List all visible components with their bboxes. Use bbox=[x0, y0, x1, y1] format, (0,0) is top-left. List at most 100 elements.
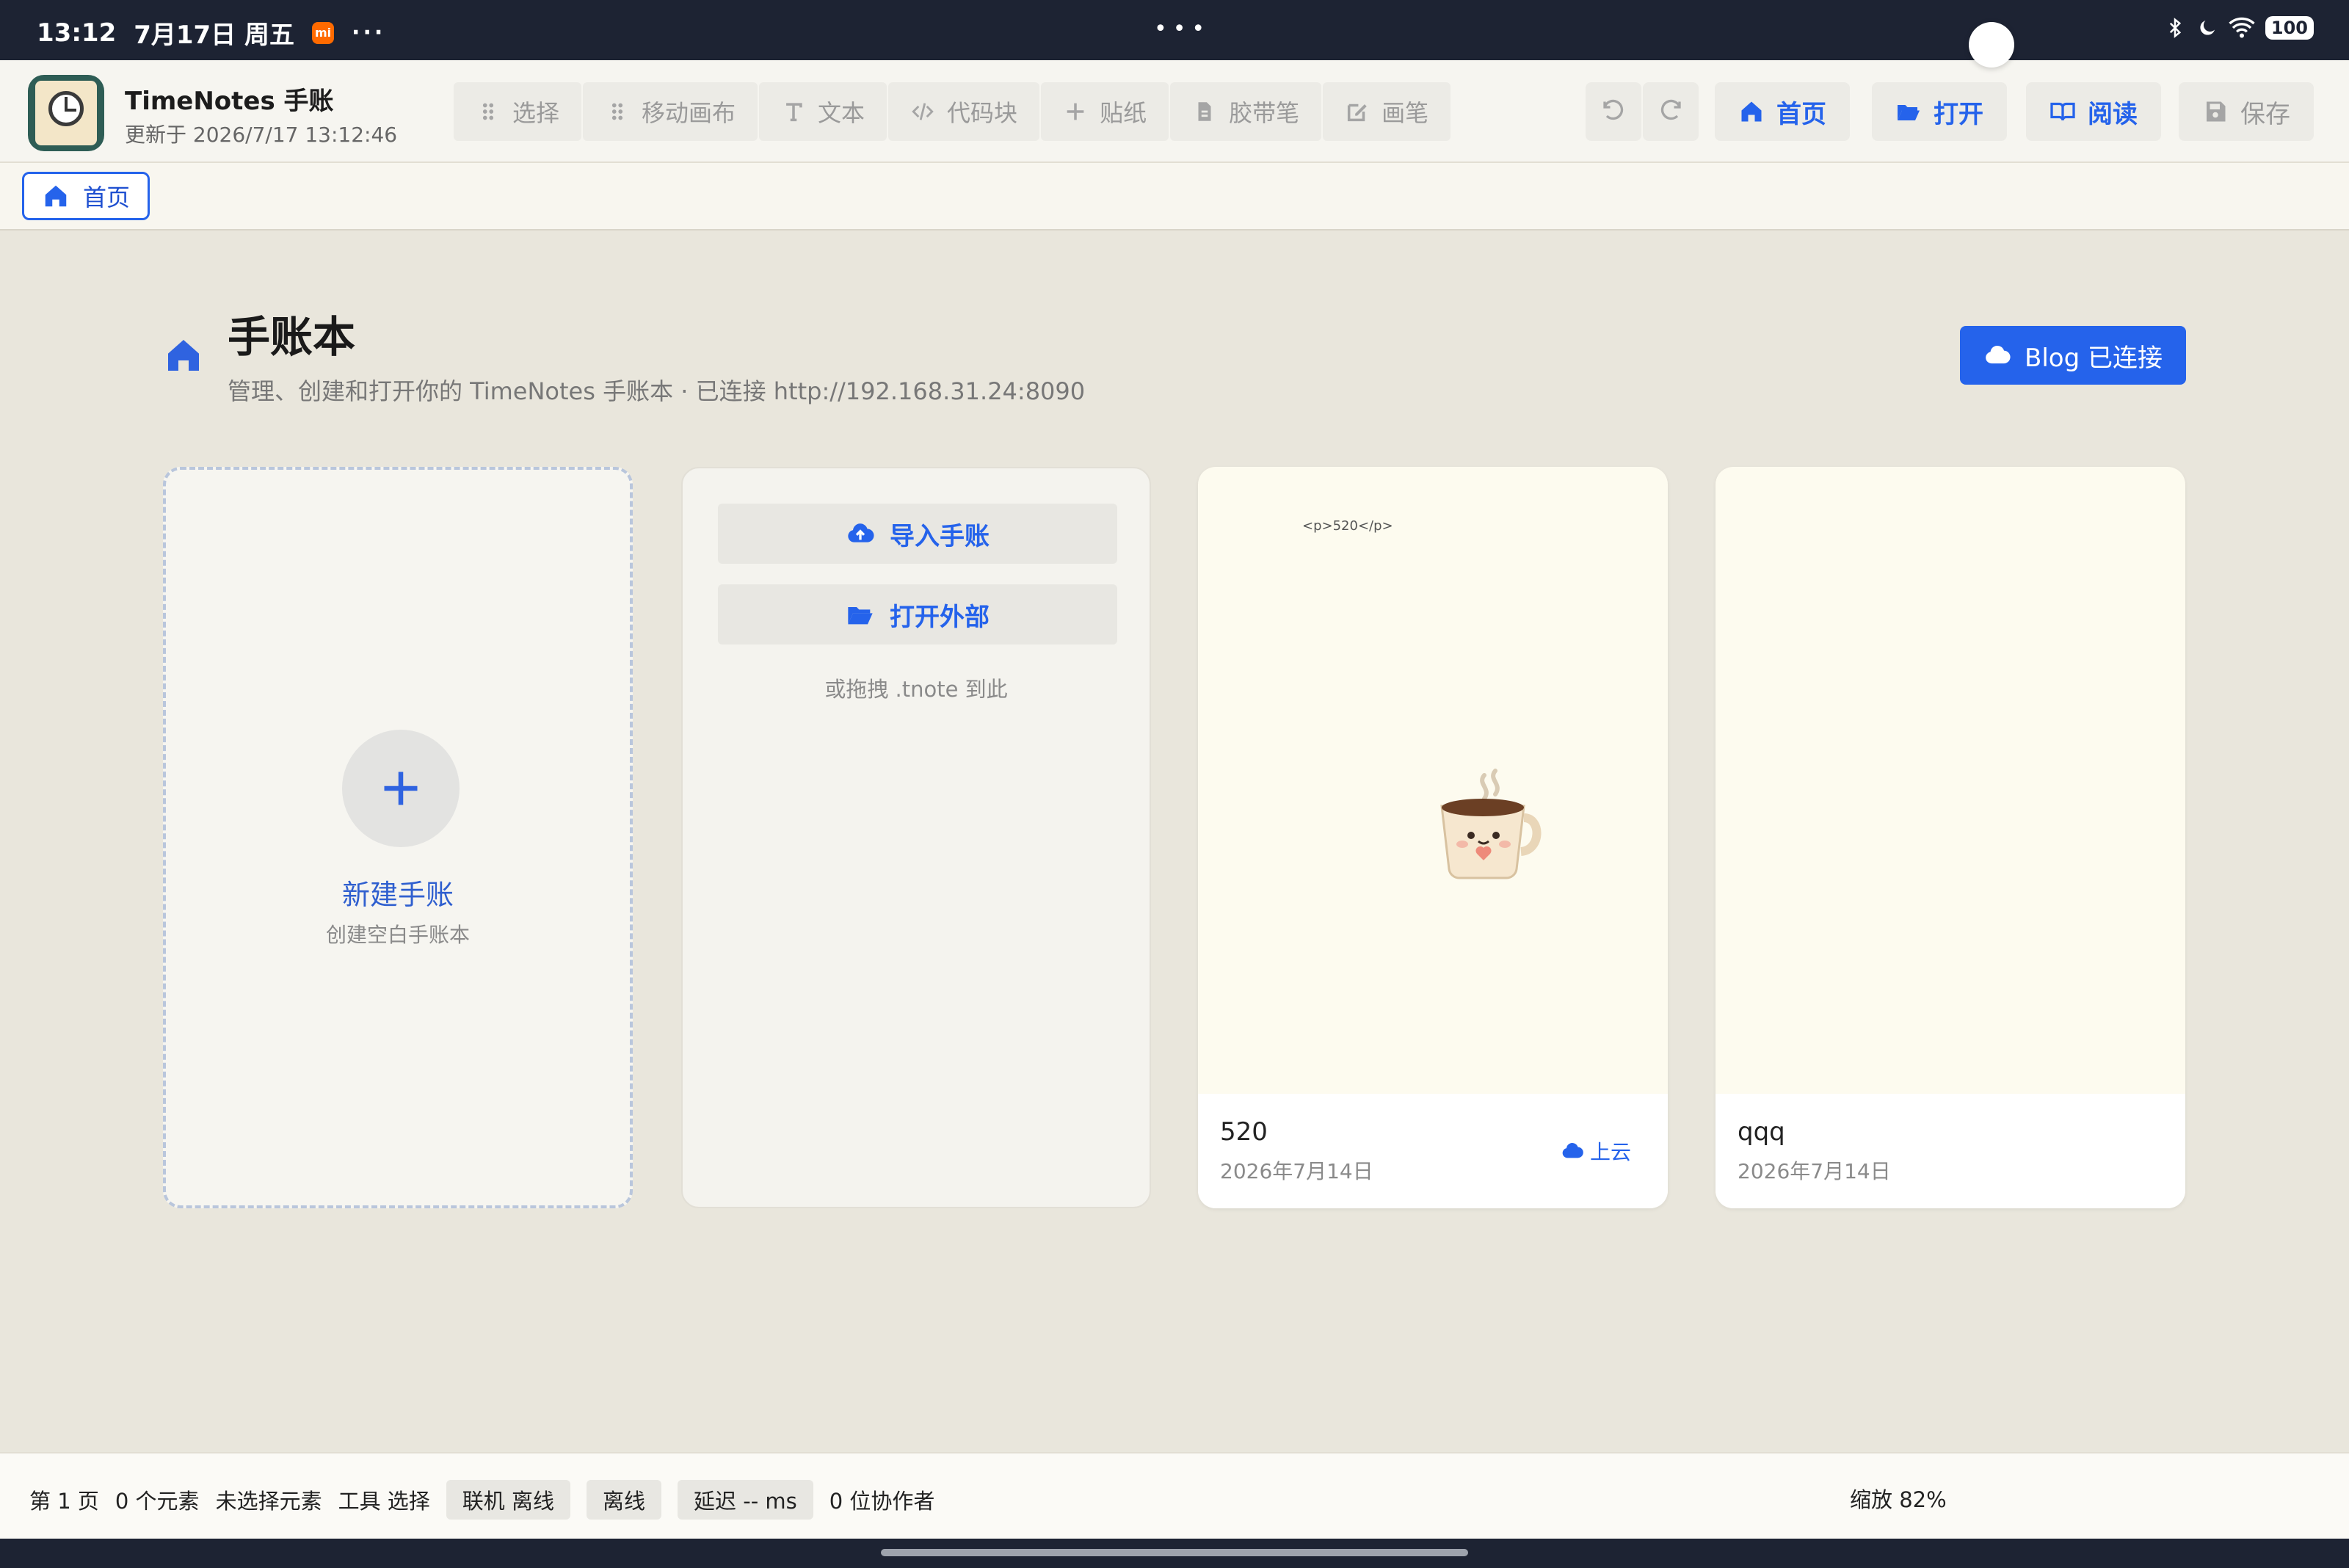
wifi-icon bbox=[2229, 17, 2255, 38]
selection-status: 未选择元素 bbox=[215, 1489, 322, 1514]
notebook-date: 2026年7月14日 bbox=[1738, 1159, 1891, 1183]
tab-home[interactable]: 首页 bbox=[22, 172, 150, 220]
zoom-level: 缩放 82% bbox=[1850, 1487, 1947, 1512]
plus-icon bbox=[384, 772, 418, 805]
home-icon bbox=[45, 185, 67, 207]
save-button-group: 保存 bbox=[2179, 82, 2314, 141]
tool-brush[interactable]: 画笔 bbox=[1323, 82, 1451, 141]
tool-label: 代码块 bbox=[947, 99, 1018, 127]
latency-chip: 延迟 -- ms bbox=[678, 1480, 813, 1520]
undo-button[interactable] bbox=[1586, 82, 1641, 141]
notebook-card-520[interactable]: <p>520</p> 520 2026年7月14日 上云 bbox=[1198, 467, 1668, 1208]
notebook-footer: qqq 2026年7月14日 bbox=[1716, 1094, 2185, 1208]
home-icon bbox=[1741, 101, 1762, 122]
new-notebook-card[interactable]: 新建手账 创建空白手账本 bbox=[163, 467, 633, 1208]
import-card: 导入手账 打开外部 或拖拽 .tnote 到此 bbox=[681, 467, 1151, 1208]
notebook-date: 2026年7月14日 bbox=[1220, 1159, 1373, 1183]
current-tool: 工具 选择 bbox=[338, 1489, 430, 1514]
save-icon bbox=[2207, 101, 2226, 122]
tool-label: 移动画布 bbox=[642, 99, 736, 127]
edit-icon bbox=[1347, 104, 1367, 122]
mi-icon: mi bbox=[312, 21, 335, 44]
history-group bbox=[1586, 82, 1699, 141]
cloud-label: 上云 bbox=[1589, 1140, 1631, 1164]
import-notebook-button[interactable]: 导入手账 bbox=[718, 504, 1117, 564]
tool-text[interactable]: 文本 bbox=[759, 82, 887, 141]
offline-chip: 离线 bbox=[587, 1480, 662, 1520]
undo-icon bbox=[1603, 99, 1624, 120]
open-button-group: 打开 bbox=[1872, 82, 2007, 141]
read-button[interactable]: 阅读 bbox=[2026, 82, 2161, 141]
page-subtitle: 管理、创建和打开你的 TimeNotes 手账本 · 已连接 http://19… bbox=[228, 377, 1086, 405]
document-icon bbox=[1198, 102, 1211, 121]
battery-icon: 100 bbox=[2265, 16, 2314, 40]
cloud-icon bbox=[1986, 345, 2011, 364]
app-title: TimeNotes 手账 bbox=[125, 87, 334, 116]
folder-open-icon bbox=[1898, 105, 1920, 120]
open-external-button[interactable]: 打开外部 bbox=[718, 584, 1117, 645]
notebook-name: qqq bbox=[1738, 1117, 1785, 1147]
open-button[interactable]: 打开 bbox=[1872, 82, 2007, 141]
book-icon bbox=[2050, 102, 2075, 121]
tool-label: 贴纸 bbox=[1100, 99, 1147, 127]
page-title: 手账本 bbox=[228, 312, 356, 362]
home-icon bbox=[168, 340, 199, 371]
tool-label: 文本 bbox=[818, 99, 865, 127]
read-button-label: 阅读 bbox=[2088, 99, 2138, 129]
moon-icon bbox=[2200, 21, 2215, 35]
home-button-group: 首页 bbox=[1715, 82, 1850, 141]
home-indicator[interactable] bbox=[881, 1549, 1468, 1556]
tool-sticker[interactable]: 贴纸 bbox=[1041, 82, 1169, 141]
blog-connected-button[interactable]: Blog 已连接 bbox=[1960, 326, 2186, 385]
tool-group: 选择 移动画布 文本 代码块 贴纸 胶带笔 画笔 bbox=[454, 82, 1451, 141]
coffee-cup-sticker bbox=[1440, 769, 1542, 879]
tool-move-canvas[interactable]: 移动画布 bbox=[583, 82, 758, 141]
app-header: TimeNotes 手账 更新于 2026/7/17 13:12:46 选择 移… bbox=[0, 60, 2349, 163]
tool-label: 选择 bbox=[512, 99, 560, 127]
drag-handle-icon bbox=[611, 103, 623, 120]
read-button-group: 阅读 bbox=[2026, 82, 2161, 141]
cloud-icon bbox=[1562, 1143, 1583, 1158]
folder-open-icon bbox=[848, 607, 873, 625]
tool-tape-pen[interactable]: 胶带笔 bbox=[1170, 82, 1322, 141]
bluetooth-icon bbox=[2169, 18, 2182, 38]
home-button[interactable]: 首页 bbox=[1715, 82, 1850, 141]
redo-button[interactable] bbox=[1643, 82, 1699, 141]
cloud-upload-icon bbox=[848, 523, 874, 542]
add-button[interactable] bbox=[342, 730, 460, 847]
save-button-label: 保存 bbox=[2240, 99, 2290, 129]
status-more: ··· bbox=[352, 20, 386, 46]
app-updated-time: 更新于 2026/7/17 13:12:46 bbox=[125, 123, 398, 147]
zoom-slider-knob[interactable] bbox=[1969, 22, 2014, 68]
upload-cloud-button[interactable]: 上云 bbox=[1561, 1136, 1631, 1166]
new-notebook-sub: 创建空白手账本 bbox=[325, 923, 470, 947]
app-logo bbox=[28, 75, 104, 151]
collaborator-count: 0 位协作者 bbox=[829, 1489, 935, 1514]
open-button-label: 打开 bbox=[1934, 99, 1983, 129]
drop-hint: 或拖拽 .tnote 到此 bbox=[824, 677, 1008, 702]
tool-label: 画笔 bbox=[1382, 99, 1429, 127]
tool-code-block[interactable]: 代码块 bbox=[888, 82, 1040, 141]
notebook-card-qqq[interactable]: qqq 2026年7月14日 bbox=[1716, 467, 2185, 1208]
text-icon bbox=[786, 103, 802, 122]
import-label: 导入手账 bbox=[890, 521, 990, 551]
tool-select[interactable]: 选择 bbox=[454, 82, 582, 141]
code-icon bbox=[912, 103, 934, 120]
save-button[interactable]: 保存 bbox=[2179, 82, 2314, 141]
status-items: 第 1 页 0 个元素 未选择元素 工具 选择 联机 离线 离线 延迟 -- m… bbox=[29, 1480, 934, 1520]
tab-bar: 首页 bbox=[0, 163, 2349, 231]
status-left: 13:12 7月17日 周五 mi ··· bbox=[37, 15, 385, 51]
blog-button-label: Blog 已连接 bbox=[2025, 343, 2163, 373]
element-count: 0 个元素 bbox=[115, 1489, 200, 1514]
editor-status-bar: 第 1 页 0 个元素 未选择元素 工具 选择 联机 离线 离线 延迟 -- m… bbox=[0, 1452, 2349, 1539]
notebook-name: 520 bbox=[1220, 1117, 1268, 1147]
status-right: 100 bbox=[2164, 16, 2314, 40]
status-time: 13:12 bbox=[37, 18, 117, 48]
status-date: 7月17日 周五 bbox=[134, 21, 295, 50]
drag-handle-icon bbox=[482, 103, 494, 120]
multitask-dots[interactable]: ••• bbox=[1154, 16, 1210, 42]
tool-label: 胶带笔 bbox=[1229, 99, 1300, 127]
new-notebook-label: 新建手账 bbox=[341, 879, 454, 911]
open-external-label: 打开外部 bbox=[890, 602, 990, 632]
online-status-chip: 联机 离线 bbox=[446, 1480, 571, 1520]
